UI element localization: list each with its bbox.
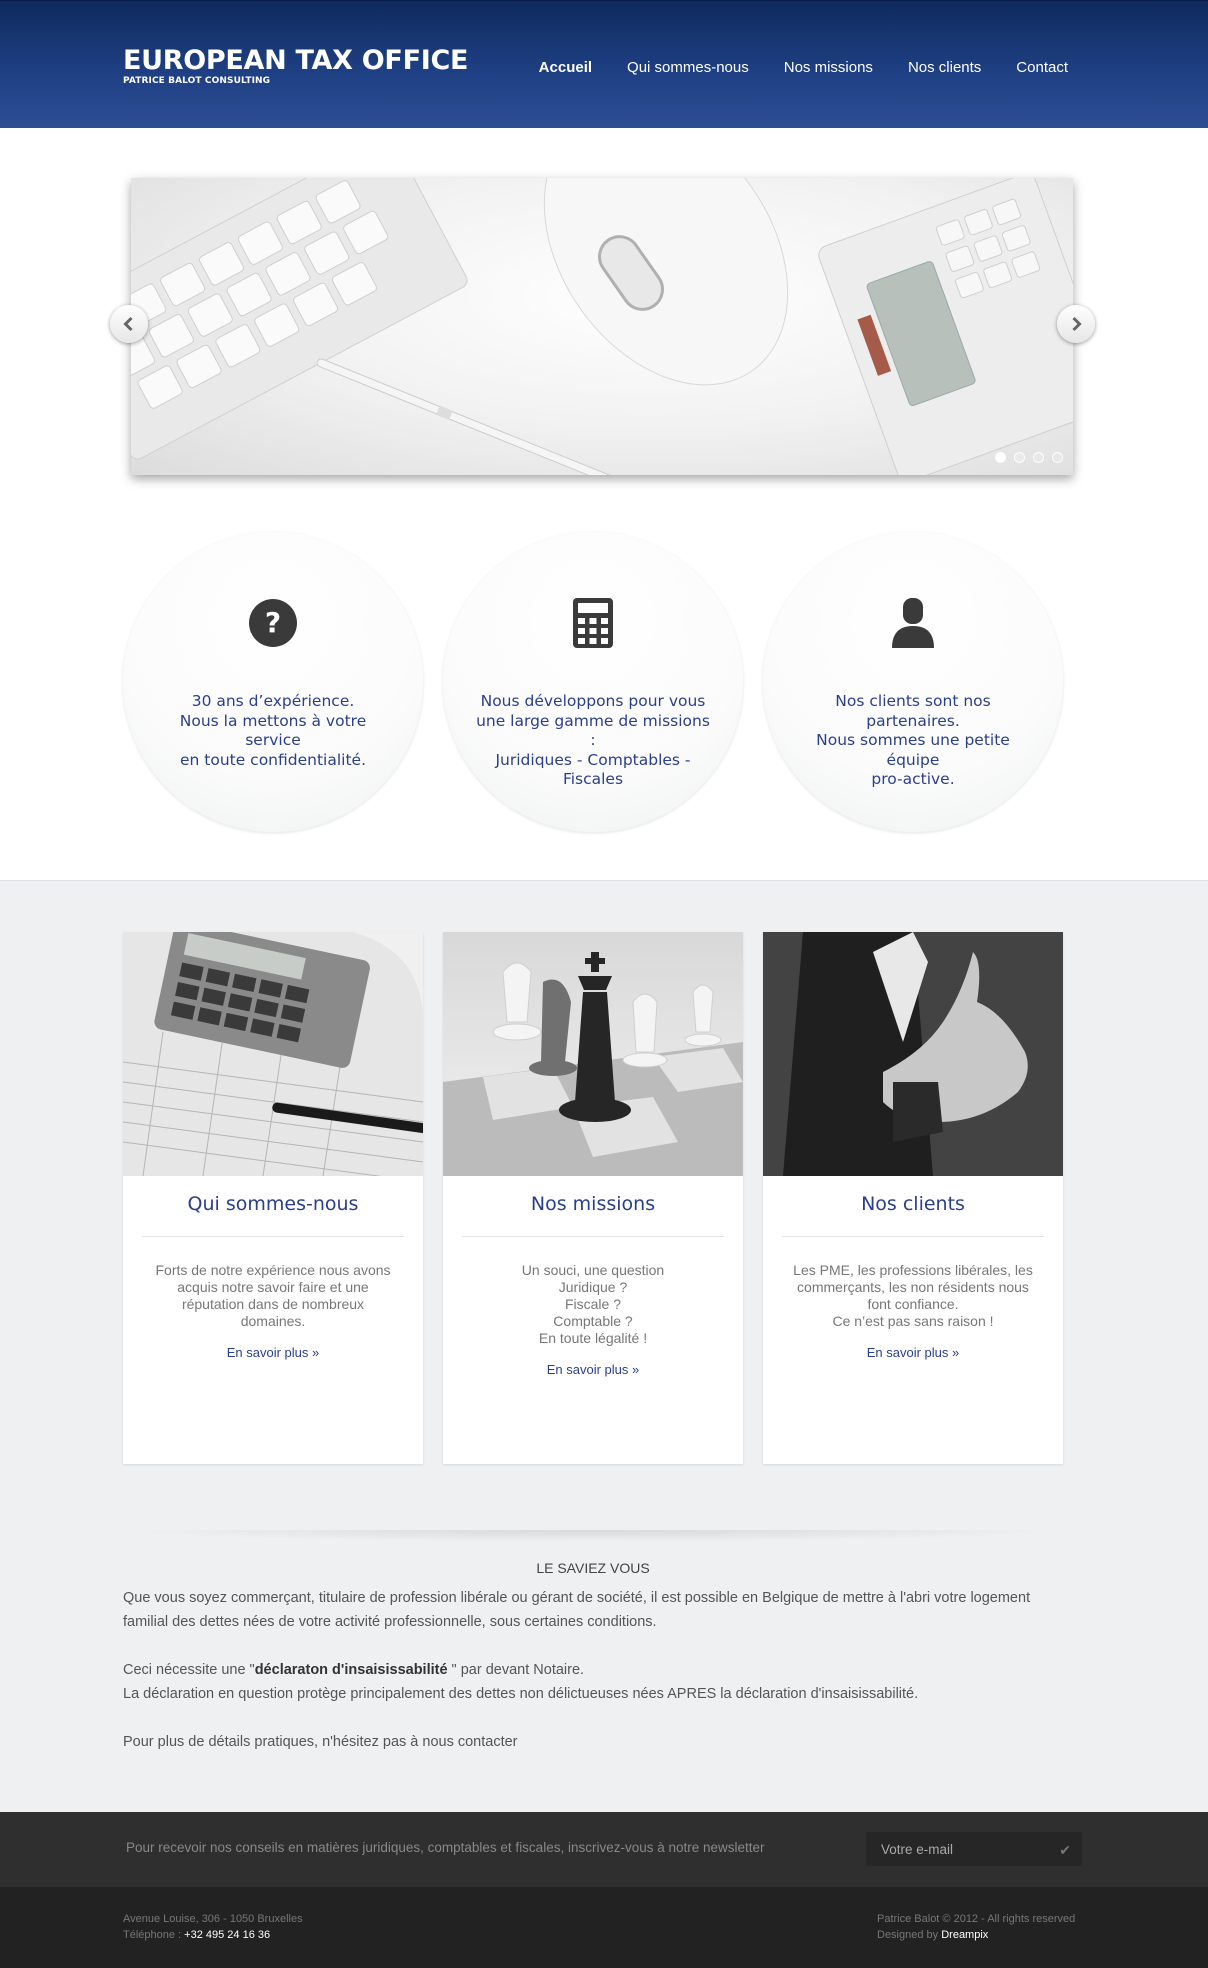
designer-link[interactable]: Dreampix [941,1929,988,1941]
feature-line: Nous la mettons à votre service [179,711,367,750]
card-divider [462,1236,724,1237]
paragraph: Ceci nécessite une "déclaraton d'insaisi… [123,1658,1063,1706]
feature-line: Nous sommes une petite équipe [816,731,1010,769]
site-logo[interactable]: EUROPEAN TAX OFFICE PATRICE BALOT CONSUL… [123,45,469,87]
card-qui-sommes-nous: Qui sommes-nous Forts de notre expérienc… [123,932,423,1464]
card-divider [142,1236,404,1237]
card-body: Les PME, les professions libérales, les … [763,1262,1063,1361]
footer-credits: Patrice Balot © 2012 - All rights reserv… [877,1911,1075,1943]
user-icon [887,597,939,649]
chevron-right-icon [1072,316,1082,332]
logo-title: EUROPEAN TAX OFFICE [123,45,469,76]
card-body: Forts de notre expérience nous avons acq… [123,1262,423,1361]
slider-dot-3[interactable] [1033,452,1044,463]
hero-slider[interactable] [131,178,1073,475]
card-image-chess[interactable] [443,932,743,1176]
logo-subtitle: PATRICE BALOT CONSULTING [123,76,271,86]
card-title: Nos clients [861,1193,965,1215]
chevron-left-icon [123,316,133,332]
footer-copyright: Patrice Balot © 2012 - All rights reserv… [877,1913,1076,1925]
feature-text: Nos clients sont nos partenaires. Nous s… [793,692,1033,790]
card-line: En toute légalité ! [538,1330,648,1346]
paragraph: Pour plus de détails pratiques, n'hésite… [123,1734,518,1750]
card-line: Un souci, une question [521,1262,665,1278]
card-line: réputation dans de nombreux [181,1296,365,1312]
svg-text:?: ? [265,606,281,639]
slider-dot-2[interactable] [1014,452,1025,463]
feature-missions: Nous développons pour vous une large gam… [443,532,743,832]
slide-image-office-desk [131,178,1073,475]
nav-contact[interactable]: Contact [1016,59,1068,76]
card-image-handshake[interactable] [763,932,1063,1176]
feature-line: Nos clients sont nos partenaires. [835,692,991,730]
card-line: Forts de notre expérience nous avons [155,1262,391,1278]
feature-experience: ? 30 ans d’expérience. Nous la mettons à… [123,532,423,832]
footer-phone[interactable]: +32 495 24 16 36 [184,1929,270,1941]
newsletter-bar: Pour recevoir nos conseils en matières j… [0,1812,1208,1887]
slider-prev-button[interactable] [110,305,148,343]
office-desk-illustration [131,178,1073,475]
footer-address: Avenue Louise, 306 - 1050 Bruxelles [123,1913,303,1925]
phone-label: Téléphone : [123,1929,185,1941]
card-line: commerçants, les non résidents nous [797,1279,1029,1295]
feature-line: Fiscales [562,770,624,788]
check-icon[interactable]: ✔ [1059,1842,1071,1859]
card-line: Ce n’est pas sans raison ! [832,1313,994,1329]
card-line: acquis notre savoir faire et une [177,1279,369,1295]
card-line: Comptable ? [553,1313,633,1329]
nav-accueil[interactable]: Accueil [539,59,592,76]
slider-dot-1[interactable] [995,452,1006,463]
feature-line: Juridiques - Comptables - [495,750,691,769]
read-more-link[interactable]: En savoir plus » [547,1361,640,1378]
footer-phone-row: Téléphone : +32 495 24 16 36 [123,1927,303,1943]
card-line: Les PME, les professions libérales, les [793,1262,1033,1278]
input-placeholder: Votre e-mail [881,1841,954,1857]
read-more-link[interactable]: En savoir plus » [227,1344,320,1361]
text: Ceci nécessite une " [123,1662,255,1678]
section-title: LE SAVIEZ VOUS [536,1560,650,1576]
card-line: font confiance. [867,1296,959,1312]
card-line: domaines. [240,1313,306,1329]
text: " par devant Notaire. [447,1662,585,1678]
card-body: Un souci, une question Juridique ? Fisca… [443,1262,743,1378]
slider-dot-4[interactable] [1052,452,1063,463]
newsletter-text: Pour recevoir nos conseils en matières j… [126,1840,765,1855]
card-line: Juridique ? [558,1279,628,1295]
bold-text: déclaraton d'insaisissabilité [254,1662,448,1678]
feature-line: en toute confidentialité. [179,750,367,769]
newsletter-email-input[interactable]: Votre e-mail ✔ [866,1832,1082,1866]
question-icon: ? [247,597,299,649]
site-footer: Avenue Louise, 306 - 1050 Bruxelles Télé… [0,1887,1208,1968]
feature-line: pro-active. [871,770,955,788]
feature-text: Nous développons pour vous une large gam… [473,692,713,790]
slider-pagination [995,452,1063,463]
feature-line: une large gamme de missions : [476,711,710,750]
feature-line: Nous développons pour vous [480,692,706,710]
feature-line: 30 ans d’expérience. [191,692,355,710]
site-header: EUROPEAN TAX OFFICE PATRICE BALOT CONSUL… [0,0,1208,128]
read-more-link[interactable]: En savoir plus » [867,1344,960,1361]
footer-designed-row: Designed by Dreampix [877,1927,1075,1943]
card-title: Qui sommes-nous [187,1193,359,1215]
card-divider [782,1236,1044,1237]
text: La déclaration en question protège princ… [123,1686,919,1702]
card-line: Fiscale ? [564,1296,622,1312]
card-nos-missions: Nos missions Un souci, une question Juri… [443,932,743,1464]
nav-nos-clients[interactable]: Nos clients [908,59,981,76]
designed-label: Designed by [877,1929,942,1941]
paragraph: Que vous soyez commerçant, titulaire de … [123,1590,1031,1630]
nav-qui-sommes-nous[interactable]: Qui sommes-nous [627,59,749,76]
card-image-calculator[interactable] [123,932,423,1176]
main-nav: Accueil Qui sommes-nous Nos missions Nos… [504,59,1068,76]
card-title: Nos missions [530,1193,656,1215]
footer-contact: Avenue Louise, 306 - 1050 Bruxelles Télé… [123,1911,303,1943]
calculator-icon [567,597,619,649]
feature-text: 30 ans d’expérience. Nous la mettons à v… [153,692,393,770]
le-saviez-vous: LE SAVIEZ VOUS Que vous soyez commerçant… [123,1556,1063,1778]
nav-nos-missions[interactable]: Nos missions [784,59,873,76]
feature-clients: Nos clients sont nos partenaires. Nous s… [763,532,1063,832]
slider-next-button[interactable] [1057,305,1095,343]
section-divider [123,1530,1063,1542]
card-nos-clients: Nos clients Les PME, les professions lib… [763,932,1063,1464]
